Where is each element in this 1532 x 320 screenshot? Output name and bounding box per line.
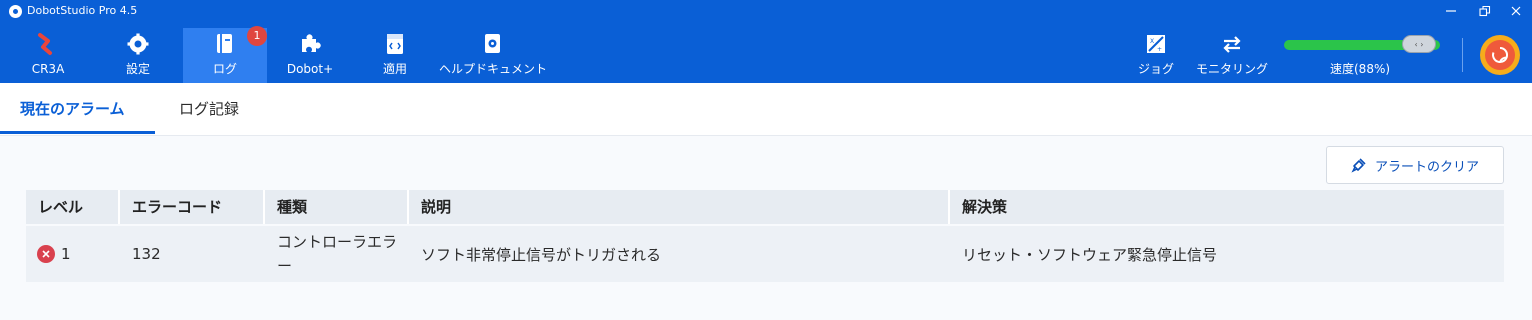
code-file-icon — [383, 32, 407, 56]
column-header-description: 説明 — [409, 190, 950, 224]
jog-label: ジョグ — [1137, 62, 1174, 76]
toolbar-item-help-docs[interactable]: ヘルプドキュメント — [435, 28, 551, 83]
active-tab-indicator — [0, 131, 155, 134]
clear-alarms-button[interactable]: アラートのクリア — [1326, 146, 1504, 184]
toolbar-label: Dobot+ — [286, 62, 334, 76]
minimize-icon — [1446, 10, 1456, 12]
column-header-level: レベル — [26, 190, 120, 224]
restore-icon — [1479, 5, 1491, 17]
toolbar-label: ヘルプドキュメント — [438, 62, 547, 76]
tab-log-record[interactable]: ログ記録 — [179, 83, 239, 136]
alarm-table: レベル エラーコード 種類 説明 解決策 1 132 コントローラエラー ソフト… — [26, 190, 1504, 282]
monitoring-button[interactable]: モニタリング — [1190, 28, 1274, 83]
clear-alarms-label: アラートのクリア — [1374, 159, 1479, 175]
minimize-button[interactable] — [1440, 3, 1462, 19]
column-header-type: 種類 — [265, 190, 409, 224]
close-icon — [1511, 6, 1521, 16]
app-title: DobotStudio Pro 4.5 — [27, 4, 138, 17]
column-header-solution: 解決策 — [962, 198, 1008, 216]
toolbar-item-cr3a[interactable]: CR3A — [20, 28, 76, 83]
title-bar: DobotStudio Pro 4.5 — [0, 0, 1532, 22]
monitoring-label: モニタリング — [1195, 62, 1268, 76]
toolbar-divider — [1462, 38, 1463, 72]
toolbar-label: ログ — [212, 62, 237, 76]
toolbar-item-dobot-plus[interactable]: Dobot+ — [282, 28, 338, 83]
help-doc-icon — [481, 32, 505, 56]
svg-text:+: + — [1157, 46, 1162, 53]
tab-bar: 現在のアラーム ログ記録 — [0, 83, 1532, 136]
speed-label: 速度(88%) — [1330, 62, 1391, 76]
toolbar-item-settings[interactable]: 設定 — [110, 28, 166, 83]
cell-type: コントローラエラー — [277, 233, 398, 275]
speed-slider-handle[interactable]: ‹ › — [1402, 35, 1436, 53]
tab-current-alarm[interactable]: 現在のアラーム — [20, 83, 125, 136]
power-button[interactable] — [1480, 35, 1520, 75]
cell-error-code: 132 — [132, 245, 161, 263]
gear-icon — [126, 32, 150, 56]
column-header-error-code: エラーコード — [120, 190, 265, 224]
cell-solution: リセット・ソフトウェア緊急停止信号 — [962, 245, 1218, 264]
app-logo-icon — [9, 5, 22, 18]
power-icon — [1485, 40, 1515, 70]
notification-badge: 1 — [247, 26, 267, 46]
table-row[interactable]: 1 132 コントローラエラー ソフト非常停止信号がトリガされる リセット・ソフ… — [26, 226, 1504, 282]
jog-button[interactable]: X + ジョグ — [1132, 28, 1180, 83]
broom-icon — [1351, 158, 1366, 173]
puzzle-icon — [298, 32, 322, 56]
jog-icon: X + — [1144, 32, 1168, 56]
cell-description: ソフト非常停止信号がトリガされる — [421, 245, 662, 264]
cell-level: 1 — [37, 226, 120, 282]
restore-button[interactable] — [1474, 3, 1496, 19]
toolbar-label: 適用 — [382, 62, 407, 76]
toolbar-item-log[interactable]: ログ 1 — [183, 26, 267, 83]
toolbar-item-apply[interactable]: 適用 — [367, 28, 423, 83]
table-header: レベル エラーコード 種類 説明 解決策 — [26, 190, 1504, 224]
svg-text:X: X — [1150, 38, 1154, 45]
swap-arrows-icon — [1220, 32, 1244, 56]
toolbar-label: CR3A — [31, 62, 65, 76]
log-book-icon — [213, 32, 237, 56]
app-header: DobotStudio Pro 4.5 CR3A 設定 ログ 1 Dobot+ … — [0, 0, 1532, 83]
level-value: 1 — [61, 245, 71, 263]
toolbar-label: 設定 — [125, 62, 150, 76]
robot-arm-icon — [36, 32, 60, 56]
error-icon — [37, 245, 55, 263]
close-button[interactable] — [1505, 3, 1527, 19]
